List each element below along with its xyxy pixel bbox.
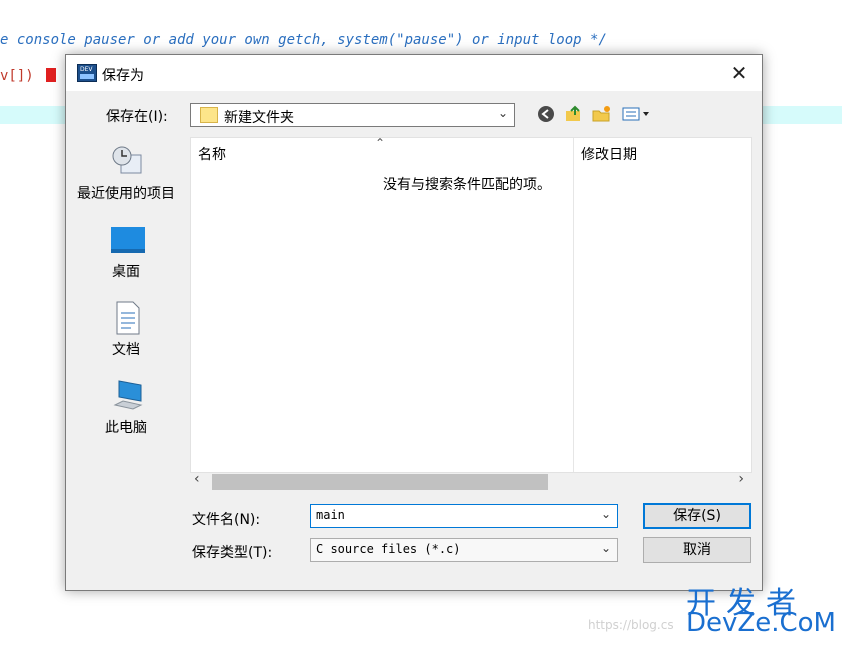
filename-label: 文件名(N): [192,512,261,528]
dialog-title: 保存为 [102,68,144,84]
place-recent[interactable]: 最近使用的项目 [67,141,185,205]
place-label: 最近使用的项目 [77,186,175,202]
back-icon[interactable] [536,105,556,125]
watermark-brand-en: DevZe.CoM [686,608,836,638]
this-pc-icon [111,379,143,411]
save-button[interactable]: 保存(S) [643,503,751,529]
filetype-value: C source files (*.c) [316,542,461,556]
column-separator[interactable] [573,138,574,472]
file-list[interactable]: ⌃ 名称 修改日期 没有与搜索条件匹配的项。 [190,136,752,473]
chevron-down-icon: ⌄ [600,541,611,555]
filename-input[interactable]: main ⌄ [310,504,618,528]
column-header-date[interactable]: 修改日期 [581,144,637,164]
up-folder-icon[interactable] [564,105,584,125]
desktop-icon [111,225,145,257]
scroll-left-icon[interactable]: ‹ [194,471,200,487]
place-desktop[interactable]: 桌面 [67,223,185,283]
new-folder-icon[interactable] [592,105,612,125]
filetype-label: 保存类型(T): [192,545,273,561]
close-button[interactable]: ✕ [720,57,758,89]
sort-ascending-icon: ⌃ [375,136,386,150]
editor-comment-line: e console pauser or add your own getch, … [0,32,607,48]
watermark-url: https://blog.cs [588,618,674,632]
chevron-down-icon: ⌄ [497,106,508,120]
current-folder-name: 新建文件夹 [224,110,294,126]
app-icon-text: DEV [80,66,93,73]
place-label: 桌面 [112,264,140,280]
empty-list-message: 没有与搜索条件匹配的项。 [383,177,551,193]
save-in-label: 保存在(I): [106,109,168,125]
cancel-button[interactable]: 取消 [643,537,751,563]
documents-icon [111,301,143,335]
scrollbar-thumb[interactable] [212,474,548,490]
code-text: v[]) [0,68,43,84]
recent-icon [111,145,143,177]
horizontal-scrollbar[interactable]: ‹ › [190,471,752,490]
place-label: 此电脑 [105,420,147,436]
folder-icon [200,107,218,123]
place-label: 文档 [112,342,140,358]
filetype-select[interactable]: C source files (*.c) ⌄ [310,538,618,562]
dialog-titlebar[interactable]: DEV 保存为 ✕ [66,55,762,91]
devcpp-app-icon: DEV [77,64,97,82]
chevron-down-icon[interactable]: ⌄ [601,507,611,521]
place-this-pc[interactable]: 此电脑 [67,377,185,439]
scroll-right-icon[interactable]: › [738,471,744,487]
places-bar: 最近使用的项目 桌面 文档 此电脑 [67,137,185,585]
folder-combobox[interactable]: 新建文件夹 ⌄ [190,103,515,127]
editor-code-line: v[]) [0,68,57,84]
view-menu-icon[interactable] [620,105,654,125]
save-as-dialog: DEV 保存为 ✕ 保存在(I): 新建文件夹 ⌄ 最近使用的项目 桌面 文档 … [65,54,763,591]
place-documents[interactable]: 文档 [67,299,185,361]
filename-value: main [316,508,345,522]
brace-highlight [46,68,57,82]
column-header-name[interactable]: 名称 [198,144,226,164]
